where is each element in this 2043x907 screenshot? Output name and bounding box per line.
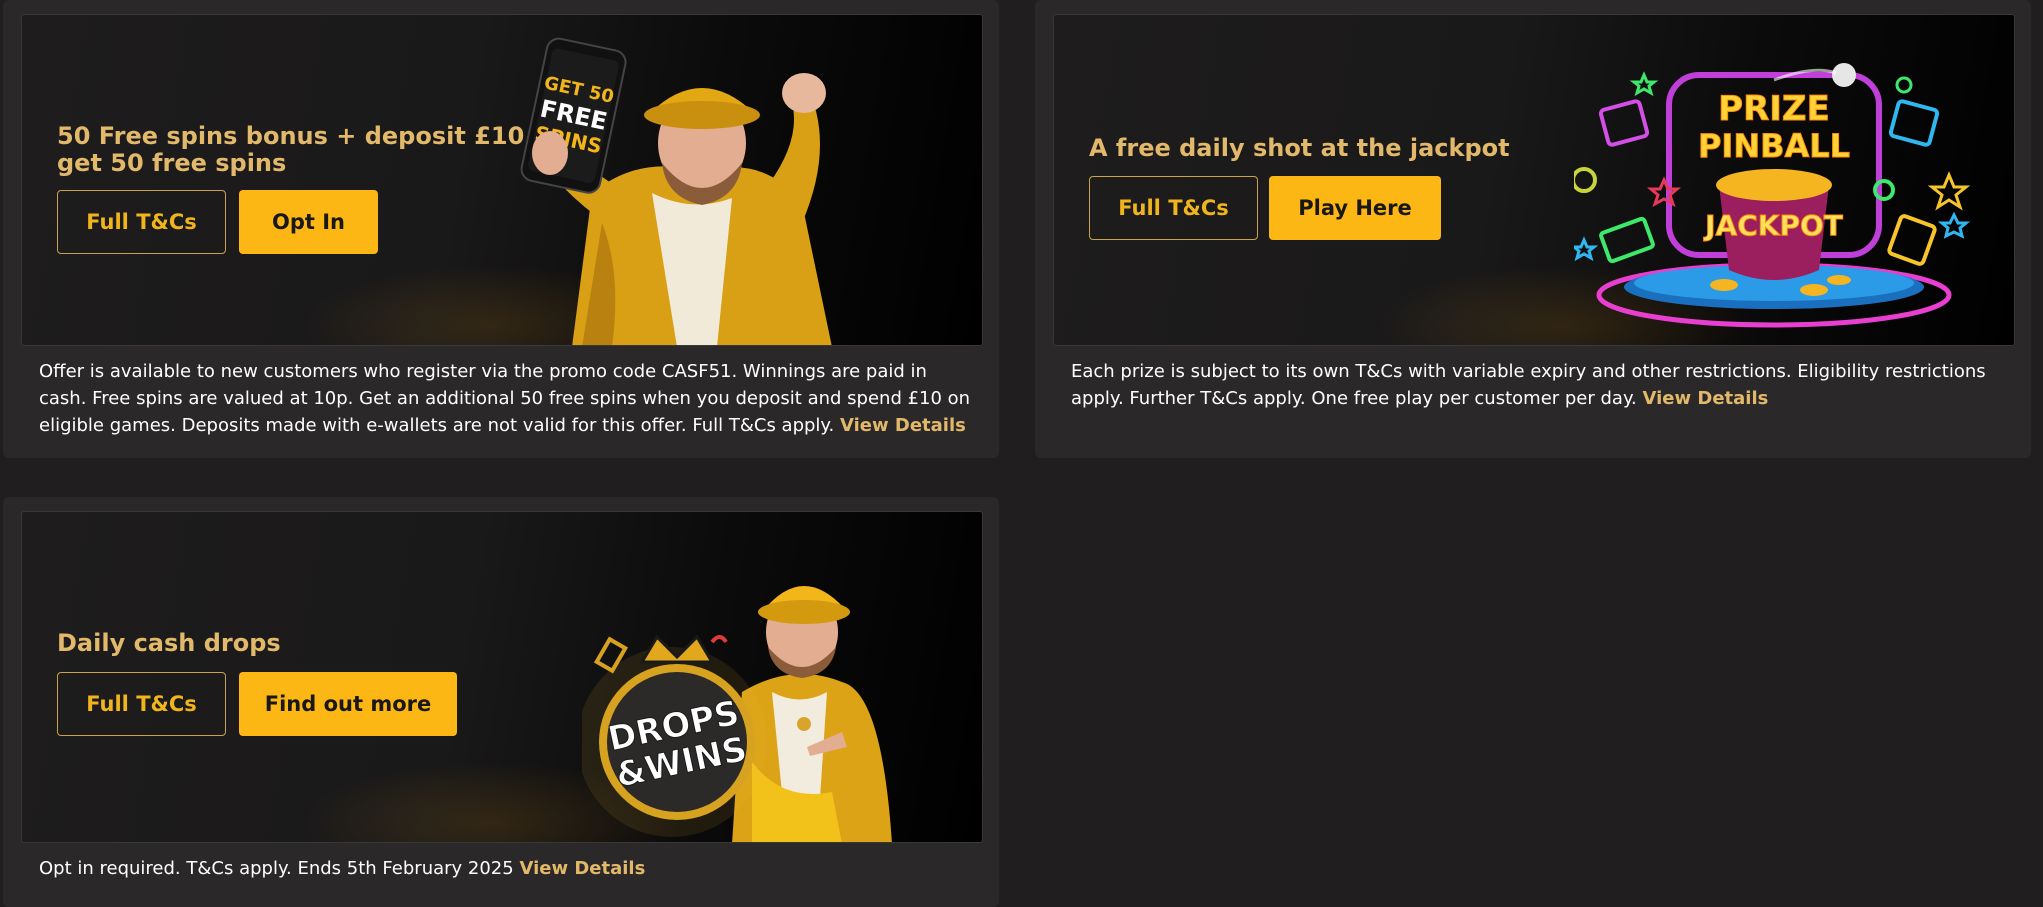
description-text: Offer is available to new customers who … [39, 361, 971, 436]
promo-card-prize-pinball: A free daily shot at the jackpot Full T&… [1035, 0, 2031, 458]
full-tcs-button[interactable]: Full T&Cs [57, 672, 226, 736]
play-here-button[interactable]: Play Here [1269, 176, 1441, 240]
art-line-3: JACKPOT [1703, 209, 1843, 242]
opt-in-button[interactable]: Opt In [239, 190, 378, 254]
view-details-link[interactable]: View Details [840, 415, 966, 436]
prize-pinball-jackpot-illustration: PRIZE PINBALL JACKPOT [1574, 63, 1971, 328]
full-tcs-button[interactable]: Full T&Cs [57, 190, 226, 254]
promo-banner: Daily cash drops Full T&Cs Find out more… [21, 511, 983, 843]
promo-title: Daily cash drops [57, 629, 281, 657]
promo-description: Opt in required. T&Cs apply. Ends 5th Fe… [39, 855, 979, 882]
promo-description: Each prize is subject to its own T&Cs wi… [1071, 358, 2011, 412]
art-line-1: PRIZE [1718, 89, 1830, 129]
man-with-phone-illustration: GET 50 FREE SPINS [520, 37, 832, 345]
promo-card-cash-drops: Daily cash drops Full T&Cs Find out more… [3, 497, 999, 907]
drops-and-wins-illustration: DROPS &WINS [582, 585, 892, 842]
art-line-2: PINBALL [1698, 127, 1850, 165]
promo-title: A free daily shot at the jackpot [1089, 134, 1510, 162]
full-tcs-button[interactable]: Full T&Cs [1089, 176, 1258, 240]
promo-card-free-spins: 50 Free spins bonus + deposit £10 get 50… [3, 0, 999, 458]
view-details-link[interactable]: View Details [519, 858, 645, 879]
view-details-link[interactable]: View Details [1643, 388, 1769, 409]
promo-title: 50 Free spins bonus + deposit £10 get 50… [57, 122, 525, 177]
promo-banner: 50 Free spins bonus + deposit £10 get 50… [21, 14, 983, 346]
find-out-more-button[interactable]: Find out more [239, 672, 457, 736]
promo-description: Offer is available to new customers who … [39, 358, 979, 439]
description-text: Opt in required. T&Cs apply. Ends 5th Fe… [39, 858, 514, 879]
description-text: Each prize is subject to its own T&Cs wi… [1071, 361, 1986, 409]
promo-banner: A free daily shot at the jackpot Full T&… [1053, 14, 2015, 346]
